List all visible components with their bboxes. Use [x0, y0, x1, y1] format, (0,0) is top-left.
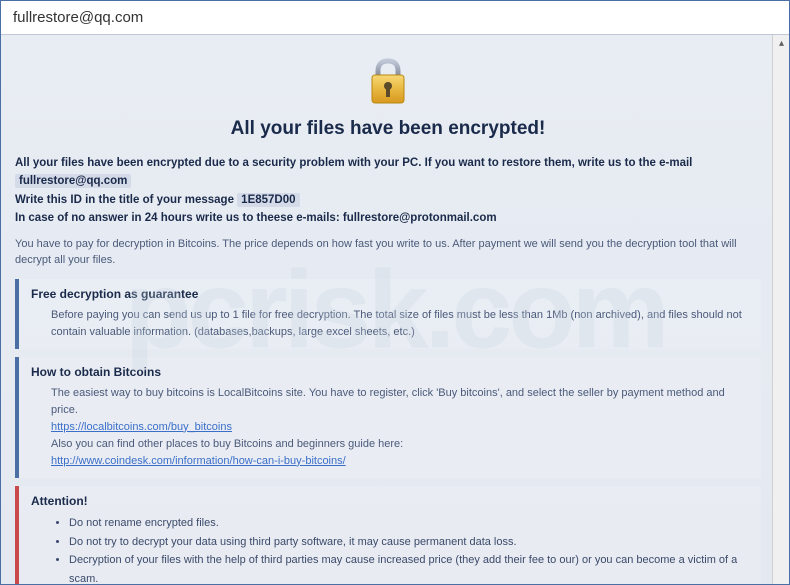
- message-id: 1E857D00: [237, 193, 299, 207]
- free-decryption-title: Free decryption as guarantee: [31, 287, 749, 301]
- bitcoins-section: How to obtain Bitcoins The easiest way t…: [15, 357, 761, 478]
- lock-icon: [360, 53, 416, 109]
- main-heading: All your files have been encrypted!: [15, 118, 761, 140]
- scrollbar[interactable]: ▴: [772, 35, 789, 584]
- bitcoins-body: The easiest way to buy bitcoins is Local…: [31, 385, 749, 470]
- payment-note: You have to pay for decryption in Bitcoi…: [15, 236, 761, 269]
- window-titlebar: fullrestore@qq.com: [1, 1, 789, 35]
- attention-item: Decryption of your files with the help o…: [69, 551, 749, 584]
- intro-line2: Write this ID in the title of your messa…: [15, 194, 237, 206]
- free-decryption-body: Before paying you can send us up to 1 fi…: [31, 307, 749, 341]
- lock-container: [15, 53, 761, 112]
- content: All your files have been encrypted! All …: [1, 35, 789, 584]
- content-area: pcrisk.com: [1, 35, 789, 584]
- attention-section: Attention! Do not rename encrypted files…: [15, 486, 761, 584]
- bitcoins-line1: The easiest way to buy bitcoins is Local…: [51, 385, 749, 419]
- intro-block: All your files have been encrypted due t…: [15, 154, 761, 228]
- ransom-window: fullrestore@qq.com pcrisk.com: [0, 0, 790, 585]
- attention-title: Attention!: [31, 494, 749, 508]
- bitcoins-link1[interactable]: https://localbitcoins.com/buy_bitcoins: [51, 421, 232, 433]
- attention-list: Do not rename encrypted files. Do not tr…: [31, 514, 749, 584]
- attention-item: Do not rename encrypted files.: [69, 514, 749, 533]
- intro-line3: In case of no answer in 24 hours write u…: [15, 212, 343, 224]
- scroll-up-icon[interactable]: ▴: [773, 35, 789, 52]
- free-decryption-section: Free decryption as guarantee Before payi…: [15, 279, 761, 349]
- intro-line1: All your files have been encrypted due t…: [15, 157, 692, 169]
- email-2: fullrestore@protonmail.com: [343, 212, 497, 224]
- bitcoins-link2[interactable]: http://www.coindesk.com/information/how-…: [51, 455, 346, 467]
- window-title: fullrestore@qq.com: [13, 9, 143, 26]
- bitcoins-title: How to obtain Bitcoins: [31, 365, 749, 379]
- email-1: fullrestore@qq.com: [15, 174, 131, 188]
- attention-item: Do not try to decrypt your data using th…: [69, 533, 749, 552]
- bitcoins-line2: Also you can find other places to buy Bi…: [51, 436, 749, 453]
